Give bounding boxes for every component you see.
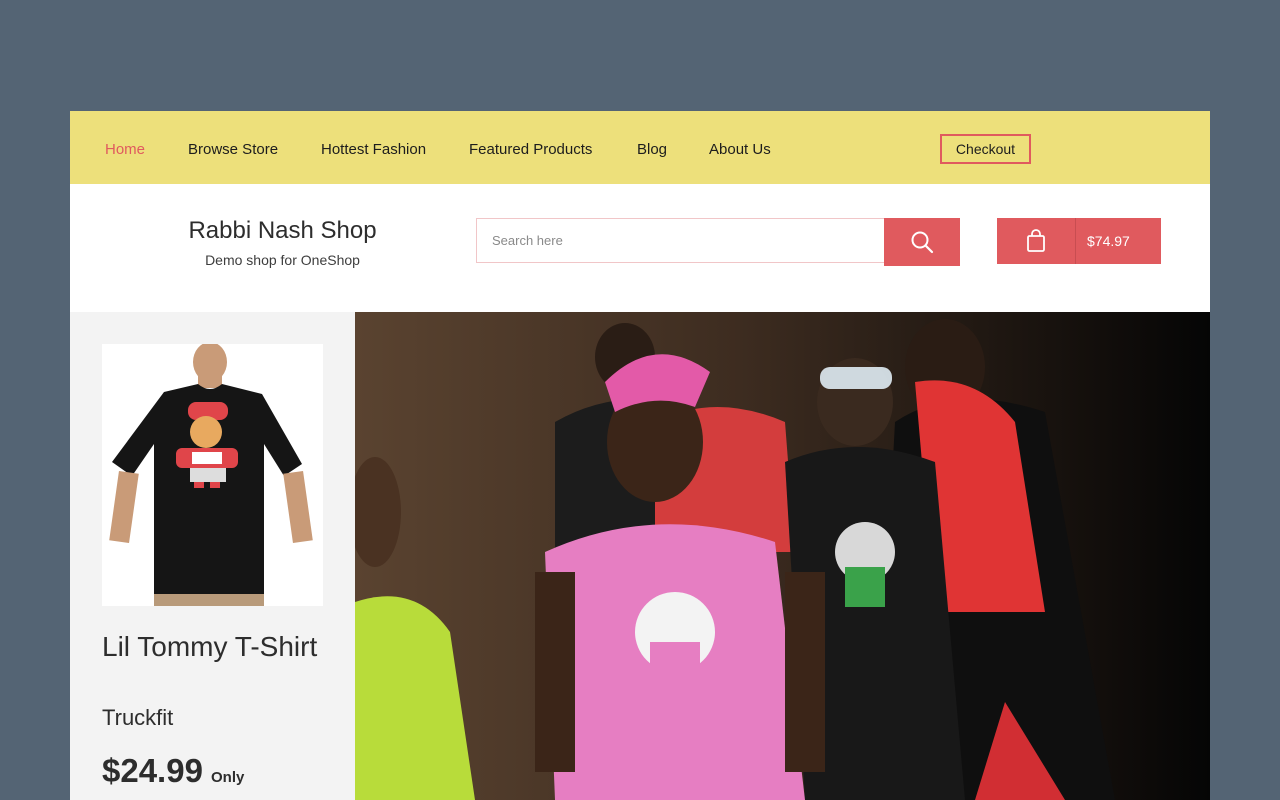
featured-product-card: Lil Tommy T-Shirt Truckfit $24.99 Only: [70, 312, 355, 800]
nav-featured-products[interactable]: Featured Products: [469, 141, 592, 158]
hero-image: [355, 312, 1210, 800]
shop-tagline: Demo shop for OneShop: [205, 252, 360, 268]
shop-page: Home Browse Store Hottest Fashion Featur…: [70, 111, 1210, 800]
nav-blog[interactable]: Blog: [637, 141, 667, 158]
shop-name[interactable]: Rabbi Nash Shop: [130, 215, 435, 247]
main-nav: Home Browse Store Hottest Fashion Featur…: [70, 111, 1210, 184]
search-icon: [911, 231, 934, 254]
product-name[interactable]: Lil Tommy T-Shirt: [102, 632, 322, 662]
cart-button[interactable]: $74.97: [997, 218, 1161, 264]
nav-hottest-fashion[interactable]: Hottest Fashion: [321, 141, 426, 158]
search-input[interactable]: [476, 218, 885, 263]
cart-total: $74.97: [1087, 233, 1130, 249]
shopping-bag-icon: [1027, 229, 1045, 252]
nav-browse-store[interactable]: Browse Store: [188, 141, 278, 158]
product-image[interactable]: [102, 344, 323, 606]
product-price: $24.99: [102, 752, 203, 789]
product-brand: Truckfit: [102, 705, 174, 730]
nav-about-us[interactable]: About Us: [709, 141, 771, 158]
search-button[interactable]: [884, 218, 960, 266]
brand: Rabbi Nash Shop Demo shop for OneShop: [130, 215, 435, 268]
cart-icon-box: [997, 218, 1076, 264]
checkout-button[interactable]: Checkout: [940, 134, 1031, 164]
price-note: Only: [211, 769, 245, 786]
nav-home[interactable]: Home: [105, 141, 145, 158]
